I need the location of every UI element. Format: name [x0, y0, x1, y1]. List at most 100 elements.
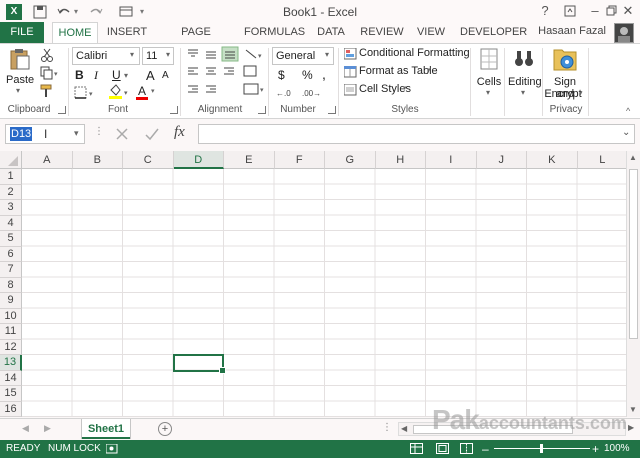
column-header-k[interactable]: K	[527, 151, 578, 169]
scroll-up-icon[interactable]: ▲	[629, 153, 637, 162]
row-header-15[interactable]: 15	[0, 386, 22, 402]
help-button[interactable]: ?	[535, 2, 555, 20]
column-header-g[interactable]: G	[325, 151, 376, 169]
tab-developer[interactable]: DEVELOPER	[460, 22, 527, 43]
row-header-3[interactable]: 3	[0, 200, 22, 216]
decimal-buttons-icon[interactable]: ←.0 .00→	[276, 86, 326, 100]
row-header-10[interactable]: 10	[0, 308, 22, 324]
cancel-entry-icon[interactable]	[114, 126, 130, 142]
dialog-launcher-icon[interactable]	[170, 106, 178, 114]
row-header-5[interactable]: 5	[0, 231, 22, 247]
new-sheet-button[interactable]: +	[158, 422, 172, 436]
svg-text:▾: ▾	[89, 91, 93, 98]
font-color-button[interactable]: A ▾	[136, 84, 160, 100]
expand-formula-bar-icon[interactable]: ⌄	[622, 127, 630, 138]
dialog-launcher-icon[interactable]	[58, 106, 66, 114]
borders-icon[interactable]: ▾	[74, 86, 96, 100]
confirm-entry-icon[interactable]	[144, 126, 160, 142]
scroll-left-icon[interactable]: ◀	[401, 424, 407, 433]
tab-view[interactable]: VIEW	[414, 22, 448, 43]
page-layout-view-icon[interactable]	[436, 443, 450, 455]
chevron-down-icon: ▾	[166, 50, 171, 59]
row-header-11[interactable]: 11	[0, 324, 22, 340]
column-header-f[interactable]: F	[274, 151, 325, 169]
zoom-out-button[interactable]: –	[482, 440, 489, 458]
formula-input[interactable]	[198, 124, 635, 144]
copy-icon[interactable]: ▾	[40, 66, 60, 80]
column-header-i[interactable]: I	[426, 151, 477, 169]
cells-button[interactable]: Cells ▾	[476, 46, 502, 100]
ribbon-display-options-icon[interactable]	[560, 2, 580, 20]
column-header-d[interactable]: D	[173, 151, 224, 169]
restore-button[interactable]	[600, 2, 620, 20]
insert-function-button[interactable]: fx	[174, 124, 185, 141]
zoom-slider-thumb[interactable]	[540, 444, 543, 453]
bold-button[interactable]: B	[75, 68, 84, 82]
avatar[interactable]	[614, 23, 634, 43]
scroll-down-icon[interactable]: ▼	[629, 405, 637, 414]
column-header-b[interactable]: B	[72, 151, 123, 169]
row-header-4[interactable]: 4	[0, 215, 22, 231]
tab-page-layout[interactable]: PAGE LAYOUT	[160, 22, 232, 59]
format-painter-icon[interactable]	[40, 84, 54, 98]
name-box[interactable]: D13 I ▾	[5, 124, 85, 144]
row-header-9[interactable]: 9	[0, 293, 22, 309]
next-sheet-icon[interactable]: ▶	[44, 423, 51, 434]
prev-sheet-icon[interactable]: ◀	[22, 423, 29, 434]
editing-button[interactable]: Editing ▾	[508, 46, 542, 100]
worksheet-grid[interactable]: ABCDEFGHIJKL 1 2 3 4 5 6 7 8 9 10 11 12 13 14 15 16	[0, 151, 626, 417]
fill-color-icon[interactable]: ▾	[108, 84, 130, 100]
column-header-c[interactable]: C	[123, 151, 174, 169]
cut-icon[interactable]	[40, 48, 54, 62]
column-header-a[interactable]: A	[22, 151, 73, 169]
scroll-right-icon[interactable]: ▶	[628, 423, 634, 432]
row-header-13[interactable]: 13	[0, 355, 22, 371]
normal-view-icon[interactable]	[410, 443, 424, 455]
column-header-e[interactable]: E	[224, 151, 275, 169]
tab-home[interactable]: HOME	[52, 22, 98, 44]
row-header-7[interactable]: 7	[0, 262, 22, 278]
tab-file[interactable]: FILE	[0, 22, 44, 43]
currency-button[interactable]: $	[278, 68, 285, 82]
row-header-2[interactable]: 2	[0, 184, 22, 200]
zoom-level[interactable]: 100%	[604, 440, 630, 458]
underline-button[interactable]: U	[112, 68, 121, 82]
italic-button[interactable]: I	[94, 68, 98, 83]
column-header-j[interactable]: J	[476, 151, 527, 169]
row-header-12[interactable]: 12	[0, 339, 22, 355]
close-button[interactable]: ✕	[618, 2, 638, 20]
tab-review[interactable]: REVIEW	[360, 22, 404, 43]
column-header-h[interactable]: H	[375, 151, 426, 169]
paste-button[interactable]: Paste ▾	[6, 48, 34, 100]
row-header-16[interactable]: 16	[0, 401, 22, 417]
select-all-corner[interactable]	[0, 151, 22, 169]
macro-record-icon[interactable]	[106, 444, 118, 454]
selected-cell[interactable]	[172, 354, 226, 373]
scroll-thumb[interactable]	[629, 169, 638, 339]
decrease-font-button[interactable]: A	[162, 70, 169, 81]
page-break-view-icon[interactable]	[460, 443, 474, 455]
sheet-options-icon[interactable]: ⋮	[382, 422, 392, 433]
column-header-l[interactable]: L	[577, 151, 626, 169]
row-header-14[interactable]: 14	[0, 370, 22, 386]
name-box-value: D13	[10, 127, 33, 141]
percent-button[interactable]: %	[302, 68, 313, 82]
tab-data[interactable]: DATA	[314, 22, 348, 43]
sign-and-encrypt-button[interactable]: Sign and Encrypt ▾	[544, 46, 586, 102]
dialog-launcher-icon[interactable]	[258, 106, 266, 114]
row-header-8[interactable]: 8	[0, 277, 22, 293]
collapse-ribbon-icon[interactable]: ^	[626, 106, 630, 116]
user-name[interactable]: Hasaan Fazal	[538, 25, 606, 37]
dialog-launcher-icon[interactable]	[328, 106, 336, 114]
sheet-tab-sheet1[interactable]: Sheet1	[82, 419, 130, 439]
increase-font-button[interactable]: A	[146, 68, 155, 83]
tab-insert[interactable]: INSERT	[106, 22, 148, 43]
row-header-1[interactable]: 1	[0, 169, 22, 185]
zoom-in-button[interactable]: +	[592, 440, 599, 458]
tab-formulas[interactable]: FORMULAS	[244, 22, 305, 43]
chevron-down-icon[interactable]: ▾	[74, 128, 79, 139]
vertical-scrollbar[interactable]: ▲ ▼	[626, 151, 640, 417]
more-options-icon[interactable]: ⋮	[94, 126, 104, 137]
row-header-6[interactable]: 6	[0, 246, 22, 262]
comma-button[interactable]: ,	[322, 66, 326, 82]
